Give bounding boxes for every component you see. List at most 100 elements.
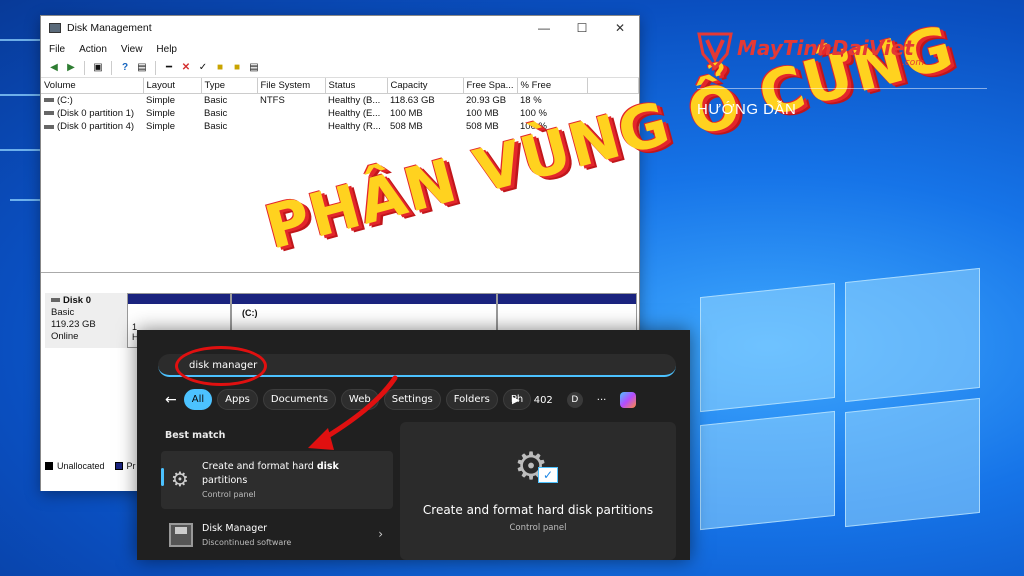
disk-type: Basic xyxy=(51,307,75,318)
column-header-status[interactable]: Status xyxy=(325,78,388,94)
view-list-icon[interactable]: ▤ xyxy=(247,61,261,75)
volume-cell: (Disk 0 partition 4) xyxy=(41,120,143,134)
checkmark-icon: ✓ xyxy=(538,467,558,483)
disk-management-app-icon xyxy=(49,23,61,33)
table-cell: Healthy (R... xyxy=(328,121,381,133)
back-arrow-icon[interactable]: ← xyxy=(165,392,177,408)
brand-domain: .com xyxy=(902,58,925,68)
help-icon[interactable]: ? xyxy=(118,61,132,75)
best-match-title: Create and format hard disk partitions xyxy=(202,461,339,486)
table-cell: 18 % xyxy=(520,94,542,106)
disk-size: 119.23 GB xyxy=(51,319,96,330)
close-button[interactable]: ✕ xyxy=(601,21,639,35)
partition-1-label: 1 xyxy=(132,322,138,332)
more-options-icon[interactable]: ··· xyxy=(597,395,607,406)
result-preview-pane: ⚙ ✓ Create and format hard disk partitio… xyxy=(400,422,676,560)
brand-name: MayTinhDaiViet xyxy=(737,36,914,60)
menu-help[interactable]: Help xyxy=(156,44,177,55)
console-tree-icon[interactable]: ▣ xyxy=(91,61,105,75)
selection-indicator xyxy=(161,468,164,486)
rewards-points[interactable]: 402 xyxy=(534,395,553,406)
disk-manager-title: Disk Manager xyxy=(202,523,268,534)
volume-cell: (Disk 0 partition 1) xyxy=(41,107,143,121)
table-cell: Simple xyxy=(146,107,176,119)
drive-icon xyxy=(44,124,54,129)
menu-action[interactable]: Action xyxy=(79,44,107,55)
table-cell: Basic xyxy=(204,121,228,133)
gear-icon: ⚙ xyxy=(171,467,189,491)
table-cell: 100 MB xyxy=(390,107,423,119)
filter-apps[interactable]: Apps xyxy=(217,389,258,410)
column-header-layout[interactable]: Layout xyxy=(143,78,202,94)
back-arrow-icon[interactable]: ◀ xyxy=(47,61,61,75)
chevron-right-icon[interactable]: › xyxy=(378,527,383,541)
table-cell: 20.93 GB xyxy=(466,94,507,106)
title-bar: Disk Management — ☐ ✕ xyxy=(41,16,639,40)
drive-icon xyxy=(51,298,60,303)
drive-icon xyxy=(44,111,54,116)
search-folder-icon[interactable]: ■ xyxy=(213,61,227,75)
disk-manager-subtitle: Discontinued software xyxy=(202,538,292,547)
table-cell: Healthy (E... xyxy=(328,107,381,119)
best-match-subtitle: Control panel xyxy=(202,490,256,499)
maximize-button[interactable]: ☐ xyxy=(563,21,601,35)
toolbar: ◀ ▶ ▣ ? ▤ ━ ✕ ✓ ■ ■ ▤ xyxy=(41,58,639,78)
table-cell: 118.63 GB xyxy=(390,94,435,106)
minimize-button[interactable]: — xyxy=(525,21,563,35)
disk-manager-result[interactable]: Disk Manager Discontinued software › xyxy=(161,517,393,555)
brand-v-icon xyxy=(697,32,733,70)
disk-0-label[interactable]: Disk 0 Basic 119.23 GB Online xyxy=(45,293,127,348)
toolbar-separator xyxy=(155,60,156,75)
volume-table-header: Volume Layout Type File System Status Ca… xyxy=(41,78,639,94)
table-cell: NTFS xyxy=(260,94,285,106)
category-label: HƯỚNG DẪN xyxy=(697,101,797,118)
table-cell xyxy=(257,120,325,134)
legend-unallocated-swatch xyxy=(45,462,53,470)
properties-icon[interactable]: ▤ xyxy=(135,61,149,75)
play-icon[interactable]: ▶ xyxy=(512,395,520,406)
table-cell: Simple xyxy=(146,94,176,106)
table-cell: Basic xyxy=(204,94,228,106)
legend: Unallocated Pr xyxy=(45,461,136,471)
highlight-circle xyxy=(175,346,267,386)
forward-arrow-icon[interactable]: ▶ xyxy=(64,61,78,75)
partition-c-label: (C:) xyxy=(242,308,258,318)
table-cell: Simple xyxy=(146,121,176,133)
column-header-file-system[interactable]: File System xyxy=(257,78,326,94)
toolbar-separator xyxy=(111,60,112,75)
connect-icon[interactable]: ━ xyxy=(162,61,176,75)
copilot-icon[interactable] xyxy=(620,392,637,408)
preview-title: Create and format hard disk partitions xyxy=(422,503,654,517)
windows-logo xyxy=(700,267,990,531)
checklist-icon[interactable]: ✓ xyxy=(196,61,210,75)
legend-unallocated-label: Unallocated xyxy=(57,461,105,471)
table-cell: Basic xyxy=(204,107,228,119)
menu-bar: File Action View Help xyxy=(41,40,639,58)
preview-subtitle: Control panel xyxy=(509,523,567,533)
legend-primary-label: Pr xyxy=(126,461,136,471)
filter-all[interactable]: All xyxy=(183,389,213,410)
volume-cell: (C:) xyxy=(41,93,143,107)
table-row[interactable]: (C:) Simple Basic NTFS Healthy (B... 118… xyxy=(41,93,639,107)
divider xyxy=(697,88,987,89)
red-arrow-annotation xyxy=(308,375,398,450)
table-cell: Healthy (B... xyxy=(328,94,381,106)
column-header-percent-free[interactable]: % Free xyxy=(517,78,588,94)
legend-primary-swatch xyxy=(114,462,123,470)
best-match-heading: Best match xyxy=(165,430,226,441)
column-header-capacity[interactable]: Capacity xyxy=(387,78,464,94)
menu-view[interactable]: View xyxy=(121,44,143,55)
table-cell: 508 MB xyxy=(390,121,423,133)
filter-folders[interactable]: Folders xyxy=(445,389,498,410)
search-header-right: ▶ 402 D ··· xyxy=(512,392,637,408)
column-header-blank xyxy=(587,78,639,94)
column-header-volume[interactable]: Volume xyxy=(41,78,144,94)
disk-state: Online xyxy=(51,331,79,342)
column-header-free-space[interactable]: Free Spa... xyxy=(463,78,518,94)
column-header-type[interactable]: Type xyxy=(201,78,258,94)
account-avatar[interactable]: D xyxy=(566,392,583,408)
menu-file[interactable]: File xyxy=(49,44,65,55)
rescan-folder-icon[interactable]: ■ xyxy=(230,61,244,75)
delete-icon[interactable]: ✕ xyxy=(179,61,193,75)
drive-icon xyxy=(44,97,54,102)
